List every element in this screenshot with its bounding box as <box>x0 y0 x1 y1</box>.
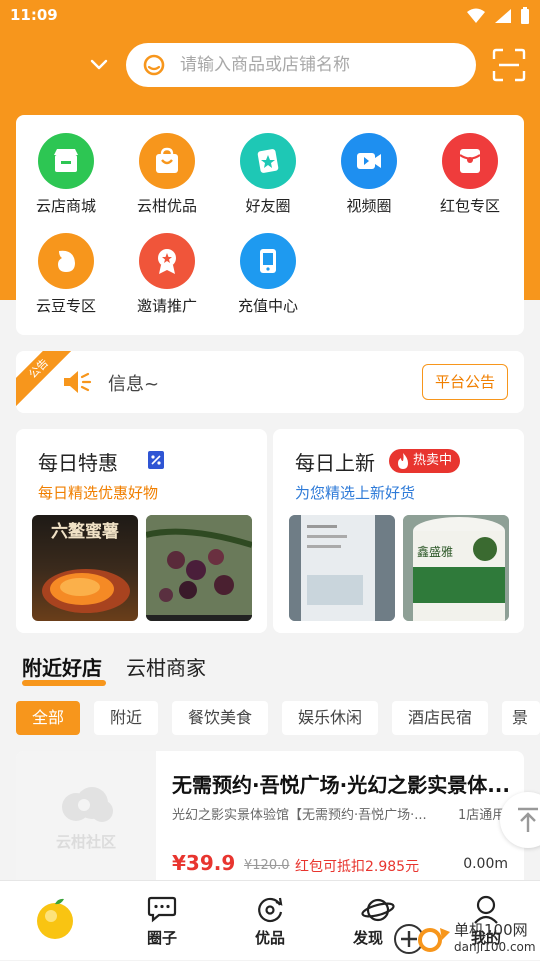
grid-item-recharge[interactable]: 充值中心 <box>218 233 318 316</box>
logo-icon <box>62 787 113 822</box>
search-bar[interactable] <box>126 43 476 87</box>
tab-yungan-merchants[interactable]: 云柑商家 <box>126 652 206 681</box>
grid-item-label: 视频圈 <box>346 197 392 215</box>
store-icon <box>54 149 78 172</box>
tab-nearby-stores[interactable]: 附近好店 <box>22 652 102 681</box>
platform-notice-button[interactable]: 平台公告 <box>421 364 508 400</box>
product-image[interactable]: 六鳌蜜薯 <box>32 515 138 621</box>
nav-label: 圈子 <box>146 929 177 947</box>
feature-grid: 云店商城 云柑优品 好友圈 视频圈 红包专区 云豆专区 邀请推广 充值中心 <box>16 115 524 335</box>
grid-item-label: 云豆专区 <box>35 297 96 315</box>
store-count: 1店通用 <box>458 808 506 823</box>
promo-title: 每日上新 <box>295 451 375 475</box>
search-icon <box>143 54 165 76</box>
product-image[interactable]: 鑫盛雅 <box>403 515 509 621</box>
scan-icon[interactable] <box>492 48 526 82</box>
grid-item-red-packet[interactable]: 红包专区 <box>420 133 520 216</box>
wifi-icon <box>467 8 485 23</box>
recharge-icon <box>260 249 276 273</box>
video-icon <box>357 153 381 169</box>
chip-all[interactable]: 全部 <box>16 701 80 735</box>
hot-badge: 热卖中 <box>389 449 461 473</box>
nav-label: 优品 <box>254 929 285 947</box>
status-time: 11:09 <box>10 6 58 24</box>
watermark-logo-icon <box>394 924 450 954</box>
category-chips: 全部 附近 餐饮美食 娱乐休闲 酒店民宿 景 <box>16 701 540 735</box>
bag-icon <box>156 147 178 173</box>
signal-icon <box>495 9 511 23</box>
arrow-up-icon <box>518 807 538 832</box>
planet-icon <box>361 898 395 922</box>
grid-item-label: 好友圈 <box>245 197 291 215</box>
store-tabs: 附近好店 云柑商家 <box>0 648 540 692</box>
tab-underline <box>22 680 106 686</box>
notice-text: 信息~ <box>108 374 160 395</box>
grid-item-label: 云店商城 <box>35 197 96 215</box>
grid-item-friends[interactable]: 好友圈 <box>218 133 318 216</box>
chip-food[interactable]: 餐饮美食 <box>172 701 268 735</box>
nav-circle[interactable]: 圈子 <box>112 881 212 961</box>
refresh-icon <box>258 897 283 923</box>
battery-icon <box>521 7 529 24</box>
promo-daily-new[interactable]: 每日上新 热卖中 为您精选上新好货 鑫盛雅 <box>273 429 524 633</box>
chip-entertainment[interactable]: 娱乐休闲 <box>282 701 378 735</box>
watermark-url: danji100.com <box>454 940 536 954</box>
grid-item-label: 充值中心 <box>237 297 298 315</box>
promo-subtitle: 每日精选优惠好物 <box>38 484 159 502</box>
promo-title: 每日特惠 <box>38 451 118 475</box>
store-distance: 0.00m <box>463 856 508 872</box>
chip-scenic[interactable]: 景 <box>502 701 540 735</box>
notice-bar: 公告 信息~ 平台公告 <box>16 351 524 413</box>
orange-home-icon <box>37 898 73 939</box>
grid-item-label: 邀请推广 <box>136 297 197 315</box>
friends-icon <box>257 149 279 173</box>
grid-item-invite[interactable]: 邀请推广 <box>117 233 217 316</box>
store-card[interactable]: 云柑社区 无需预约·吾悦广场·光幻之影实景体... 光幻之影实景体验馆【无需预约… <box>16 751 524 891</box>
nav-home[interactable] <box>4 881 104 961</box>
promo-daily-deal[interactable]: 每日特惠 每日精选优惠好物 六鳌蜜薯 <box>16 429 267 633</box>
badge-icon <box>158 249 176 274</box>
grid-item-store[interactable]: 云店商城 <box>16 133 116 216</box>
discount-icon <box>148 451 164 469</box>
nav-youpin[interactable]: 优品 <box>220 881 320 961</box>
chip-hotel[interactable]: 酒店民宿 <box>392 701 488 735</box>
chat-icon <box>147 896 177 923</box>
grid-item-video[interactable]: 视频圈 <box>319 133 419 216</box>
bean-icon <box>58 250 75 272</box>
product-image[interactable] <box>289 515 395 621</box>
red-packet-deduction: 红包可抵扣2.985元 <box>295 859 420 875</box>
red-packet-icon <box>459 149 481 173</box>
chip-nearby[interactable]: 附近 <box>94 701 158 735</box>
status-bar: 11:09 <box>0 0 540 32</box>
grid-item-youpin[interactable]: 云柑优品 <box>117 133 217 216</box>
promo-subtitle: 为您精选上新好货 <box>295 484 416 502</box>
grid-item-bean[interactable]: 云豆专区 <box>16 233 116 316</box>
store-description: 光幻之影实景体验馆【无需预约·吾悦广场·... <box>172 808 427 823</box>
product-image[interactable] <box>146 515 252 621</box>
grid-item-label: 云柑优品 <box>136 197 197 215</box>
search-input[interactable] <box>178 52 458 78</box>
store-price: ¥39.9 <box>172 851 236 875</box>
grid-item-label: 红包专区 <box>439 197 500 215</box>
speaker-icon <box>64 371 92 393</box>
store-name: 无需预约·吾悦广场·光幻之影实景体... <box>172 773 510 797</box>
thumb-text: 云柑社区 <box>55 833 116 851</box>
fire-icon <box>398 453 408 469</box>
store-old-price: ¥120.0 <box>244 858 290 873</box>
chevron-down-icon[interactable] <box>88 53 110 75</box>
store-thumbnail: 云柑社区 <box>16 751 156 891</box>
watermark-text: 单机100网 <box>454 921 528 939</box>
